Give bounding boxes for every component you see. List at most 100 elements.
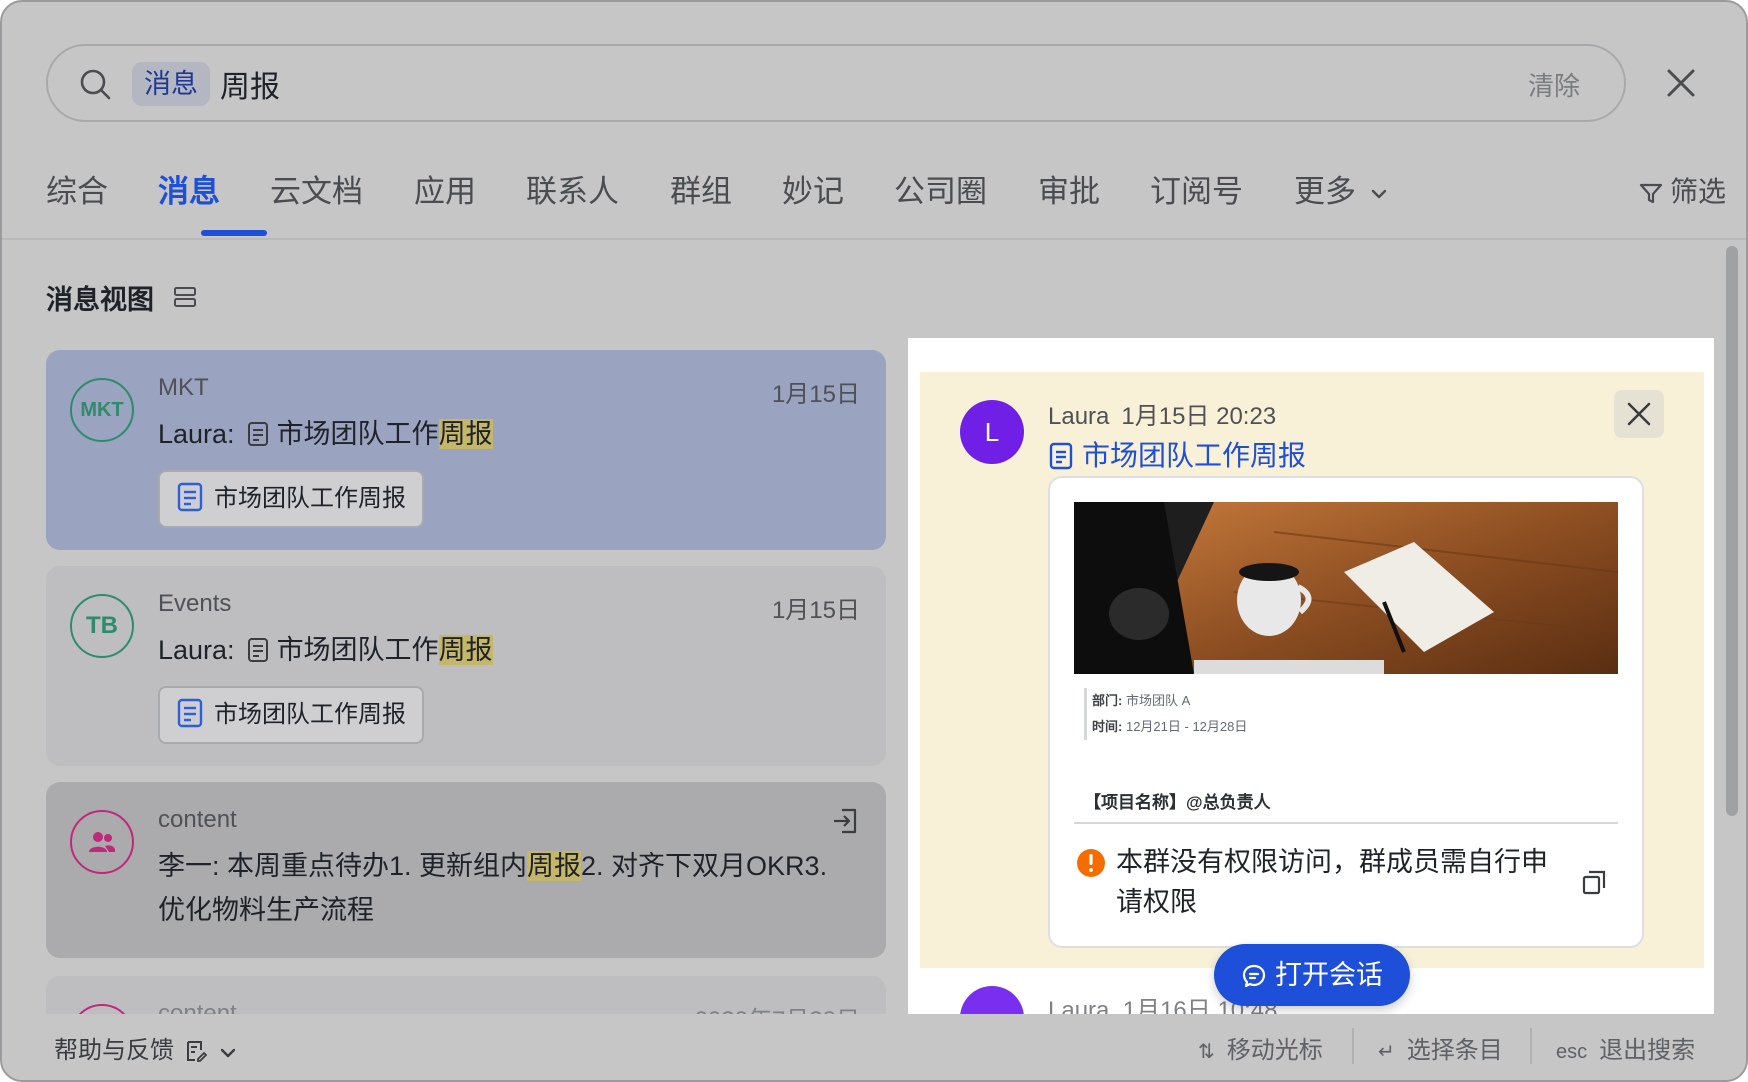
category-tabs: 综合 消息 云文档 应用 联系人 群组 妙记 公司圈 审批 订阅号 更多 筛选 <box>46 170 1726 240</box>
search-scope-chip[interactable]: 消息 <box>132 62 210 106</box>
doc-title-prefix: 市场团队工作 <box>276 635 439 665</box>
document-icon <box>1049 442 1073 470</box>
message-time: 1月15日 20:23 <box>1121 403 1277 430</box>
hint-move-cursor: ⇅ 移动光标 <box>1198 1030 1323 1065</box>
chat-name: MKT <box>158 374 209 401</box>
document-icon <box>177 698 203 728</box>
group-icon <box>89 831 116 852</box>
document-icon <box>247 422 268 446</box>
doc-card[interactable]: 部门: 市场团队 A 时间: 12月21日 - 12月28日 【项目名称】@总负… <box>1048 476 1644 948</box>
open-chat-button[interactable]: 打开会话 <box>1214 944 1410 1006</box>
message-preview-panel: L Laura 1月15日 20:23 市场团队工作周报 部门: 市场团队 A … <box>908 338 1714 1028</box>
group-avatar <box>70 810 134 874</box>
tab-all[interactable]: 综合 <box>46 170 108 240</box>
search-window: 消息 清除 综合 消息 云文档 应用 联系人 群组 妙记 公司圈 审批 订阅号 … <box>0 0 1748 1082</box>
kv-accent-bar <box>1084 688 1087 740</box>
chat-name: Events <box>158 590 232 617</box>
message-date: 1月15日 <box>771 597 860 624</box>
message-preview: Laura: 市场团队工作周报 <box>158 628 493 667</box>
message-text-before: 李一: 本周重点待办1. 更新组内 <box>158 851 528 881</box>
hint-label: 移动光标 <box>1226 1037 1323 1064</box>
hint-key: ⇅ <box>1198 1041 1215 1063</box>
clear-button[interactable]: 清除 <box>1528 66 1580 103</box>
doc-chip[interactable]: 市场团队工作周报 <box>158 686 424 744</box>
filter-label: 筛选 <box>1669 176 1726 207</box>
permission-warning: 本群没有权限访问，群成员需自行申请权限 <box>1116 847 1548 917</box>
hint-separator <box>1530 1028 1532 1064</box>
doc-link[interactable]: 市场团队工作周报 <box>1048 434 1306 474</box>
tab-moments[interactable]: 公司圈 <box>894 170 987 240</box>
close-icon <box>1627 402 1651 426</box>
doc-title: 市场团队工作周报 <box>1082 440 1307 471</box>
filter-icon <box>1639 183 1663 203</box>
header-divider <box>2 238 1746 240</box>
section-title: 消息视图 <box>46 285 154 315</box>
warning-icon <box>1077 849 1105 877</box>
highlighted-message: L Laura 1月15日 20:23 市场团队工作周报 部门: 市场团队 A … <box>920 372 1704 968</box>
search-bar[interactable]: 消息 清除 <box>46 44 1626 122</box>
search-input[interactable] <box>220 56 1220 112</box>
filter-button[interactable]: 筛选 <box>1638 170 1726 214</box>
open-chat-label: 打开会话 <box>1275 960 1383 990</box>
close-icon[interactable] <box>1664 66 1698 100</box>
tab-minutes[interactable]: 妙记 <box>782 170 844 240</box>
close-preview-button[interactable] <box>1614 390 1664 438</box>
hint-key: ↵ <box>1378 1041 1395 1063</box>
hint-select-item: ↵ 选择条目 <box>1378 1030 1503 1065</box>
tab-contacts[interactable]: 联系人 <box>526 170 619 240</box>
doc-chip-label: 市场团队工作周报 <box>214 485 406 512</box>
keyword-highlight: 周报 <box>438 635 493 665</box>
keyword-highlight: 周报 <box>438 419 493 449</box>
hint-exit-search: esc 退出搜索 <box>1556 1030 1695 1065</box>
view-toggle-icon[interactable] <box>172 284 198 310</box>
chevron-down-icon <box>220 1048 236 1058</box>
help-label: 帮助与反馈 <box>54 1037 174 1064</box>
kv-department: 部门: 市场团队 A <box>1092 693 1191 708</box>
tab-more-label: 更多 <box>1294 174 1356 209</box>
result-card-content[interactable]: content 李一: 本周重点待办1. 更新组内周报2. 对齐下双月OKR3.… <box>46 782 886 958</box>
message-preview: 李一: 本周重点待办1. 更新组内周报2. 对齐下双月OKR3. 优化物料生产流… <box>158 844 858 932</box>
message-date: 1月15日 <box>771 381 860 408</box>
message-preview: Laura: 市场团队工作周报 <box>158 412 493 451</box>
sender-name: Laura <box>1048 403 1110 430</box>
tab-groups[interactable]: 群组 <box>670 170 732 240</box>
copy-icon[interactable] <box>1580 868 1608 896</box>
doc-chip-label: 市场团队工作周报 <box>214 701 406 728</box>
chevron-down-icon <box>1371 189 1386 199</box>
open-chat-icon[interactable] <box>830 806 860 836</box>
card-divider <box>1074 822 1618 824</box>
hint-key: esc <box>1556 1041 1588 1063</box>
search-icon <box>80 69 111 100</box>
chat-bubble-icon <box>1242 964 1266 988</box>
doc-title-prefix: 市场团队工作 <box>276 419 439 449</box>
doc-chip[interactable]: 市场团队工作周报 <box>158 470 424 528</box>
hint-label: 选择条目 <box>1406 1037 1503 1064</box>
message-meta: Laura 1月15日 20:23 <box>1048 396 1288 431</box>
hint-separator <box>1352 1028 1354 1064</box>
sender-avatar: L <box>960 400 1024 464</box>
tab-docs[interactable]: 云文档 <box>270 170 363 240</box>
kv-time: 时间: 12月21日 - 12月28日 <box>1092 719 1248 734</box>
result-card-events[interactable]: TB Events 1月15日 Laura: 市场团队工作周报 市场团队工作周报 <box>46 566 886 766</box>
feedback-icon <box>187 1041 208 1062</box>
document-icon <box>247 638 268 662</box>
avatar: MKT <box>70 378 134 442</box>
chat-name: content <box>158 806 237 833</box>
project-line: 【项目名称】@总负责人 <box>1084 793 1271 812</box>
sender-name: Laura: <box>158 419 235 449</box>
help-feedback-button[interactable]: 帮助与反馈 <box>54 1030 238 1065</box>
active-tab-indicator <box>201 230 267 236</box>
sender-name: Laura: <box>158 635 235 665</box>
avatar: TB <box>70 594 134 658</box>
tab-apps[interactable]: 应用 <box>414 170 476 240</box>
tab-more[interactable]: 更多 <box>1294 170 1389 240</box>
tab-approval[interactable]: 审批 <box>1038 170 1100 240</box>
hint-label: 退出搜索 <box>1599 1037 1696 1064</box>
document-icon <box>177 482 203 512</box>
result-card-mkt[interactable]: MKT MKT 1月15日 Laura: 市场团队工作周报 市场团队工作周报 <box>46 350 886 550</box>
scrollbar[interactable] <box>1726 246 1738 816</box>
doc-cover-image <box>1074 502 1618 674</box>
tab-subscriptions[interactable]: 订阅号 <box>1150 170 1243 240</box>
footer-bar: 帮助与反馈 ⇅ 移动光标 ↵ 选择条目 esc 退出搜索 <box>2 1014 1746 1080</box>
keyword-highlight: 周报 <box>527 851 582 881</box>
